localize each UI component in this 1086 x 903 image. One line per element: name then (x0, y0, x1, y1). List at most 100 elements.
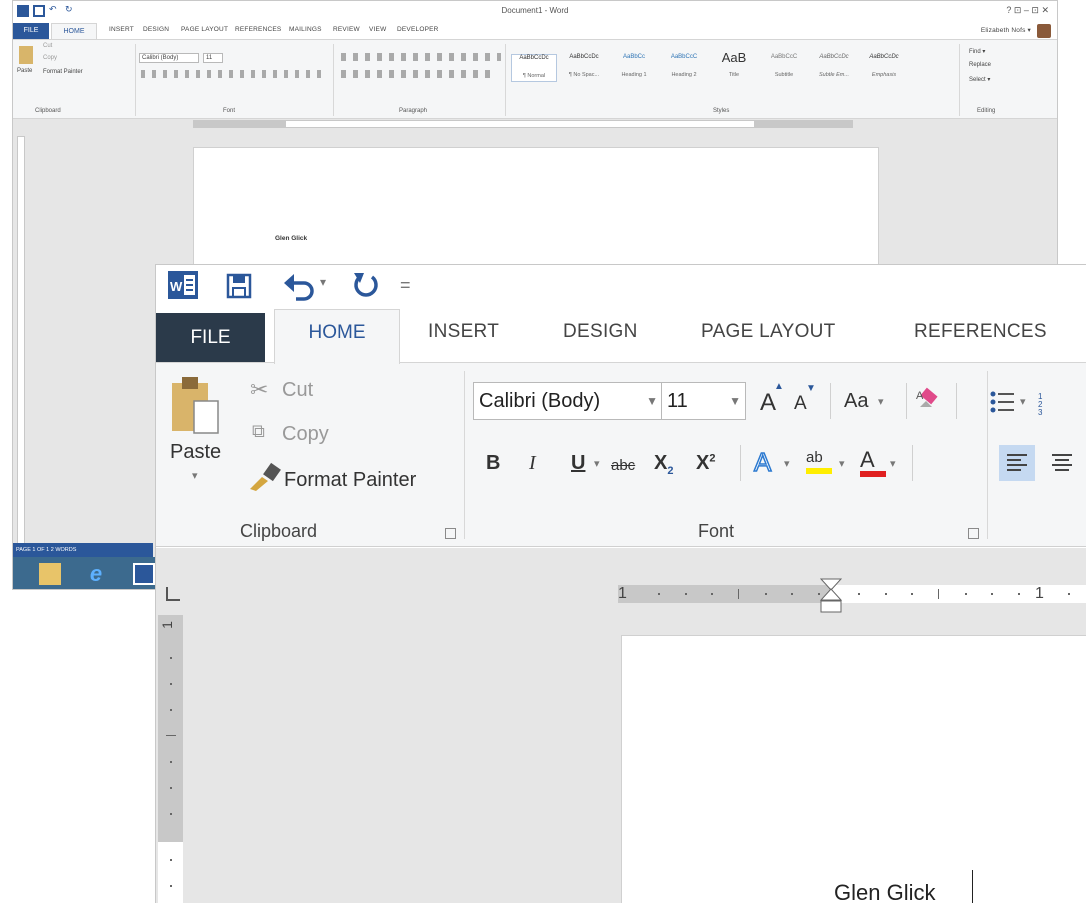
clipboard-launcher-icon[interactable] (445, 528, 456, 539)
save-icon[interactable] (226, 273, 252, 299)
file-explorer-icon[interactable] (39, 563, 61, 585)
tab-developer[interactable]: DEVELOPER (397, 26, 439, 33)
chevron-down-icon[interactable]: ▾ (1020, 395, 1026, 408)
style-normal[interactable]: AaBbCcDc ¶ Normal (511, 54, 557, 82)
format-painter-button[interactable]: Format Painter (43, 69, 83, 75)
tab-references[interactable]: REFERENCES (235, 26, 281, 33)
cut-button[interactable]: Cut (43, 43, 52, 49)
font-size-combo[interactable]: 11 ▼ (661, 382, 746, 420)
grow-font-button[interactable]: A (760, 389, 776, 417)
align-left-button[interactable] (999, 445, 1035, 481)
paste-icon[interactable] (19, 46, 33, 64)
user-avatar[interactable] (1037, 24, 1051, 38)
window-controls[interactable]: ? ⊡ – ⊡ ✕ (1006, 5, 1049, 16)
vertical-ruler[interactable] (17, 136, 25, 546)
copy-button[interactable]: Copy (43, 55, 57, 61)
chevron-down-icon[interactable]: ▾ (594, 457, 600, 470)
redo-icon[interactable] (352, 271, 380, 301)
style-subtle-emphasis[interactable]: AaBbCcDc Subtle Em... (811, 54, 857, 82)
style-sample: AaBbCc (622, 54, 645, 60)
tab-insert[interactable]: INSERT (428, 321, 499, 343)
paste-icon[interactable] (170, 375, 220, 435)
font-name-combo[interactable]: Calibri (Body) (139, 53, 199, 63)
tab-selector-icon[interactable] (166, 587, 180, 601)
find-button[interactable]: Find ▾ (969, 48, 985, 55)
style-heading-2[interactable]: AaBbCcC Heading 2 (661, 54, 707, 82)
text-cursor (972, 870, 973, 903)
customize-qat-icon[interactable]: = (400, 275, 411, 296)
paste-dropdown-icon[interactable]: ▾ (192, 469, 198, 482)
tab-review[interactable]: REVIEW (333, 26, 360, 33)
horizontal-ruler[interactable] (193, 120, 853, 128)
font-color-button[interactable]: A (860, 447, 886, 477)
zoomed-word-window: W ▾ = FILE HOME INSERT DESIGN PAGE LAYOU… (155, 264, 1086, 903)
paste-button[interactable]: Paste (170, 441, 221, 464)
change-case-button[interactable]: Aa (844, 390, 868, 413)
style-no-spacing[interactable]: AaBbCcDc ¶ No Spac... (561, 54, 607, 82)
highlight-button[interactable]: ab (806, 449, 832, 474)
chevron-down-icon[interactable]: ▼ (729, 383, 741, 419)
font-size-combo[interactable]: 11 (203, 53, 223, 63)
paste-button[interactable]: Paste (17, 68, 32, 74)
shrink-font-button[interactable]: A (794, 393, 807, 415)
subscript-button[interactable]: X2 (654, 452, 673, 477)
document-text[interactable]: Glen Glick (275, 235, 307, 242)
style-emphasis[interactable]: AaBbCcDc Emphasis (861, 54, 907, 82)
replace-button[interactable]: Replace (969, 62, 991, 68)
tab-insert[interactable]: INSERT (109, 26, 134, 33)
copy-icon[interactable]: ⧉ (252, 421, 265, 442)
copy-button[interactable]: Copy (282, 423, 329, 446)
tab-design[interactable]: DESIGN (143, 26, 169, 33)
tab-file[interactable]: FILE (13, 23, 49, 39)
tab-home[interactable]: HOME (274, 309, 400, 364)
ruler-left-margin (618, 585, 832, 603)
cut-icon[interactable]: ✂ (250, 377, 268, 403)
format-painter-button[interactable]: Format Painter (284, 469, 416, 492)
chevron-down-icon[interactable]: ▾ (839, 457, 845, 470)
vertical-ruler[interactable]: 1 (158, 615, 183, 903)
align-center-button[interactable] (1044, 445, 1080, 481)
chevron-down-icon[interactable]: ▾ (890, 457, 896, 470)
tab-design[interactable]: DESIGN (563, 321, 638, 343)
underline-button[interactable]: U (571, 452, 585, 475)
numbering-icon[interactable]: 1 2 3 (1038, 391, 1058, 415)
strikethrough-button[interactable]: abc (611, 457, 635, 474)
cut-button[interactable]: Cut (282, 379, 313, 402)
tab-home[interactable]: HOME (51, 23, 97, 39)
superscript-button[interactable]: X2 (696, 452, 715, 475)
document-page[interactable]: Glen Glick (621, 635, 1086, 903)
tab-mailings[interactable]: MAILINGS (289, 26, 322, 33)
text-effects-button[interactable]: A (753, 446, 772, 478)
chevron-down-icon[interactable]: ▾ (878, 395, 884, 408)
font-name-combo[interactable]: Calibri (Body) ▼ (473, 382, 663, 420)
internet-explorer-icon[interactable]: e (85, 563, 107, 585)
indent-marker-icon[interactable] (820, 578, 842, 618)
font-format-buttons[interactable] (141, 70, 321, 78)
undo-icon[interactable] (284, 271, 318, 301)
chevron-down-icon[interactable]: ▼ (646, 383, 658, 419)
italic-button[interactable]: I (529, 452, 536, 475)
bold-button[interactable]: B (486, 452, 500, 475)
horizontal-ruler[interactable]: 1 1 (618, 585, 1086, 603)
style-subtitle[interactable]: AaBbCcC Subtitle (761, 54, 807, 82)
select-button[interactable]: Select ▾ (969, 76, 990, 83)
undo-dropdown-icon[interactable]: ▾ (320, 275, 326, 289)
tab-file[interactable]: FILE (156, 313, 265, 362)
bullets-icon[interactable] (990, 391, 1014, 413)
tab-page-layout[interactable]: PAGE LAYOUT (181, 26, 228, 33)
style-heading-1[interactable]: AaBbCc Heading 1 (611, 54, 657, 82)
format-painter-icon[interactable] (248, 461, 282, 491)
tab-references[interactable]: REFERENCES (914, 321, 1047, 343)
word-taskbar-icon[interactable] (133, 563, 155, 585)
tab-view[interactable]: VIEW (369, 26, 386, 33)
paragraph-buttons[interactable] (341, 53, 501, 61)
font-group-label: Font (223, 108, 236, 114)
paragraph-buttons-row2[interactable] (341, 70, 491, 78)
clear-formatting-icon[interactable]: A (916, 387, 944, 415)
style-title[interactable]: AaB Title (711, 50, 757, 78)
document-text[interactable]: Glen Glick (834, 880, 935, 903)
tab-page-layout[interactable]: PAGE LAYOUT (701, 321, 836, 343)
chevron-down-icon[interactable]: ▾ (784, 457, 790, 470)
user-name[interactable]: Elizabeth Nofs ▾ (981, 26, 1031, 34)
font-launcher-icon[interactable] (968, 528, 979, 539)
